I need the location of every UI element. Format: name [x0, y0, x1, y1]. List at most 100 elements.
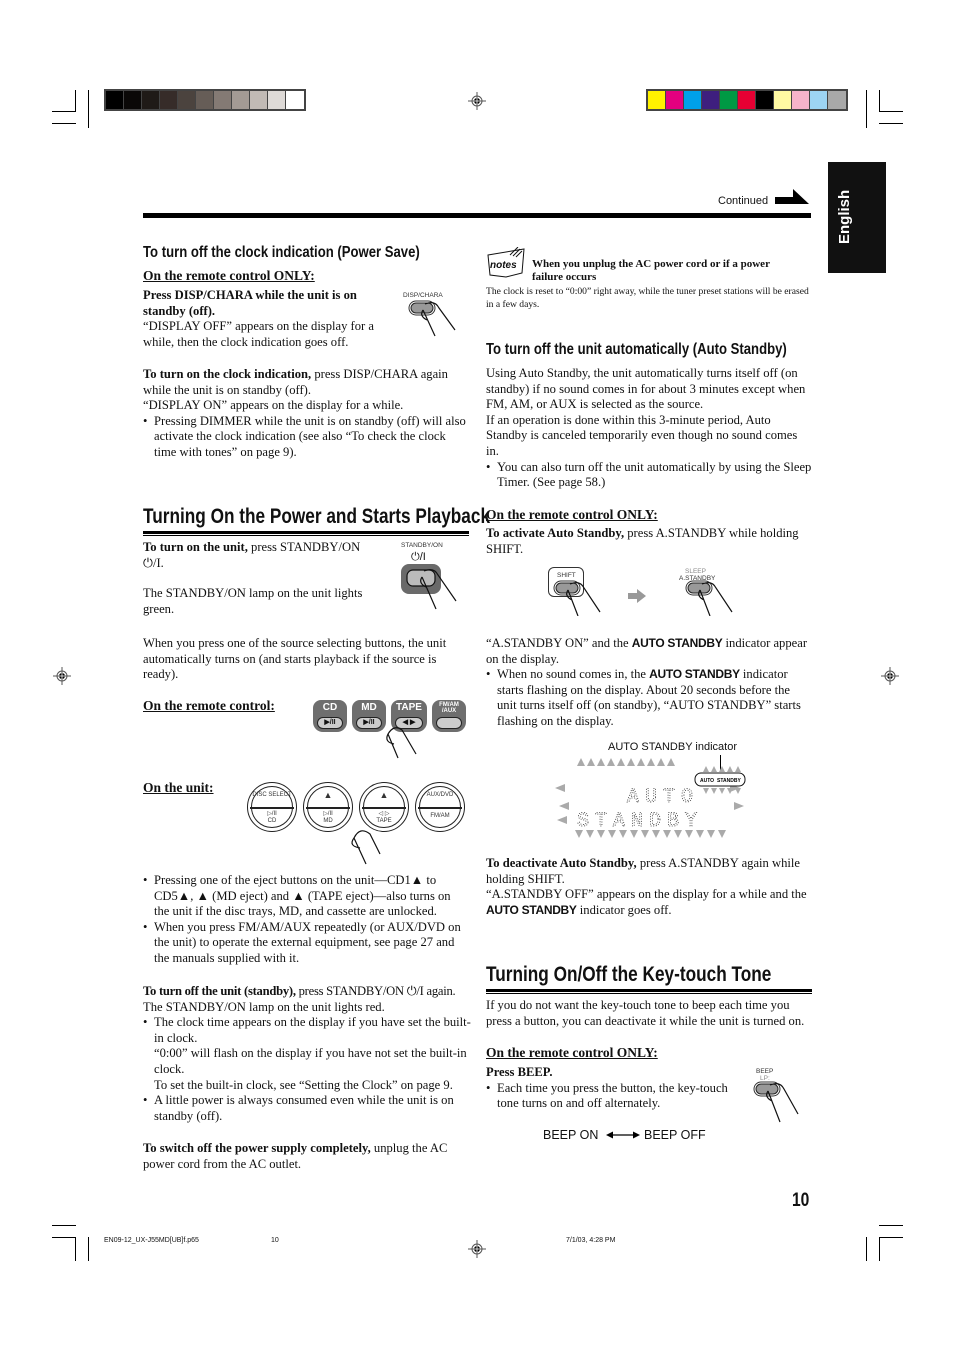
bullet-item: You can also turn off the unit automatic…	[486, 460, 812, 491]
turn-off-bold: To turn off the unit (standby),	[143, 984, 296, 998]
deactivate-bold: To deactivate Auto Standby,	[486, 856, 637, 870]
color-swatch	[214, 91, 232, 109]
lamp-text: The STANDBY/ON lamp on the unit lights g…	[143, 586, 363, 616]
clock-flash-note: “0:00” will flash on the display if you …	[154, 1046, 467, 1076]
color-swatch	[738, 91, 756, 109]
crop-mark	[75, 1237, 76, 1261]
continued-label: Continued	[718, 195, 769, 207]
notes-text: The clock is reset to “0:00” right away,…	[486, 286, 809, 310]
key-tone-intro: If you do not want the key-touch tone to…	[486, 998, 805, 1028]
flash-ray	[734, 802, 744, 810]
gray-color-bar	[104, 89, 306, 111]
title-rule	[486, 989, 812, 994]
color-swatch	[774, 91, 792, 109]
header-rule	[143, 213, 811, 218]
color-swatch	[702, 91, 720, 109]
crop-mark	[879, 1237, 880, 1261]
bullet-item: Pressing DIMMER while the unit is on sta…	[143, 414, 469, 461]
page-number: 10	[792, 1190, 810, 1211]
beep-on-label: BEEP ON	[543, 1128, 599, 1142]
registration-mark-icon	[881, 667, 899, 685]
color-swatch	[124, 91, 142, 109]
crop-mark	[879, 90, 880, 112]
unit-button: AUX/DVD FM/AM	[415, 782, 465, 832]
unit-button-symbol: ◁ ▷	[378, 811, 390, 817]
power-on-section: Turning On the Power and Starts Playback	[143, 505, 491, 536]
remote-only-label: On the remote control ONLY:	[486, 1045, 658, 1060]
color-swatch	[268, 91, 286, 109]
off-text: “A.STANDBY OFF” appears on the display f…	[486, 887, 807, 902]
flash-ray	[617, 758, 625, 766]
unit-button-bottom-label: FM/AM	[430, 813, 450, 819]
slug-page: 10	[271, 1237, 279, 1244]
instruction-result: “DISPLAY OFF” appears on the display for…	[143, 319, 374, 349]
color-swatch	[232, 91, 250, 109]
flash-ray	[647, 758, 655, 766]
remote-button-key: ▶/II	[317, 717, 343, 729]
flash-ray	[587, 758, 595, 766]
language-tab: English	[828, 162, 886, 273]
disp-chara-label: DISP/CHARA	[403, 292, 443, 299]
remote-button-label: FM/AM /AUX	[439, 702, 459, 714]
display-illustration: AUTO STANDBYAUTOSTANDBY	[555, 758, 746, 838]
color-swatch	[828, 91, 846, 109]
turn-on-clock-result: “DISPLAY ON” appears on the display for …	[143, 398, 404, 413]
indicator-text-standby: STANDBY	[717, 778, 741, 784]
power-save-section: To turn off the clock indication (Power …	[143, 244, 469, 262]
color-swatch	[792, 91, 810, 109]
bullet-item: Each time you press the button, the key-…	[486, 1081, 746, 1112]
key-tone-section: Turning On/Off the Key-touch Tone	[486, 963, 812, 994]
finger-press-icon	[753, 1081, 799, 1123]
unit-button-top-label: AUX/DVD	[426, 792, 454, 798]
notes-icon: notes	[487, 247, 525, 278]
crop-mark	[52, 1225, 76, 1226]
section-title: Turning On the Power and Starts Playback	[143, 505, 491, 528]
flash-ray	[735, 788, 741, 794]
crop-mark	[879, 1237, 903, 1238]
turn-off-text: press STANDBY/ON ⏻/I again.	[295, 984, 456, 998]
flash-ray	[559, 802, 569, 810]
title-rule	[143, 531, 469, 536]
color-swatch	[286, 91, 304, 109]
crop-mark	[52, 123, 76, 124]
flash-ray	[667, 758, 675, 766]
color-swatch	[250, 91, 268, 109]
flash-ray	[597, 758, 605, 766]
color-swatch	[196, 91, 214, 109]
color-swatch	[160, 91, 178, 109]
source-text: When you press one of the source selecti…	[143, 636, 447, 682]
unit-button-top-label: DISC SELECT	[252, 792, 292, 798]
flash-ray	[557, 816, 567, 824]
flash-ray	[637, 758, 645, 766]
indicator-caption: AUTO STANDBY indicator	[608, 741, 737, 753]
color-swatch	[684, 91, 702, 109]
flash-ray	[718, 830, 726, 838]
press-beep: Press BEEP.	[486, 1065, 553, 1079]
activate-bold: To activate Auto Standby,	[486, 526, 625, 540]
sleep-label: SLEEP	[685, 568, 706, 575]
finger-press-icon	[408, 300, 456, 337]
color-swatch	[756, 91, 774, 109]
display-line-2: STANDBY	[577, 810, 703, 833]
turn-on-unit-bold: To turn on the unit,	[143, 540, 248, 554]
section-heading: To turn off the clock indication (Power …	[143, 244, 420, 261]
color-bar	[646, 89, 848, 111]
finger-press-icon	[386, 727, 417, 759]
section-heading: To turn off the unit automatically (Auto…	[486, 341, 787, 358]
unit-label: On the unit:	[143, 780, 214, 795]
appear-text: “A.STANDBY ON” and the	[486, 636, 632, 650]
finger-press-icon	[351, 830, 381, 865]
flash-ray	[657, 758, 665, 766]
color-swatch	[666, 91, 684, 109]
instruction-bold: Press DISP/CHARA while the unit is on st…	[143, 288, 357, 318]
unit-button-top-label: ▲	[379, 790, 389, 800]
clock-set-note: To set the built-in clock, see “Setting …	[154, 1077, 453, 1092]
unit-button-bottom-label: CD	[267, 818, 277, 824]
display-line-1: AUTO	[627, 786, 699, 809]
crop-mark	[88, 90, 89, 128]
continued-arrow-icon	[775, 189, 809, 204]
arrow-right-icon	[628, 589, 646, 603]
color-swatch	[178, 91, 196, 109]
flash-ray	[627, 758, 635, 766]
remote-only-label: On the remote control ONLY:	[143, 268, 315, 283]
